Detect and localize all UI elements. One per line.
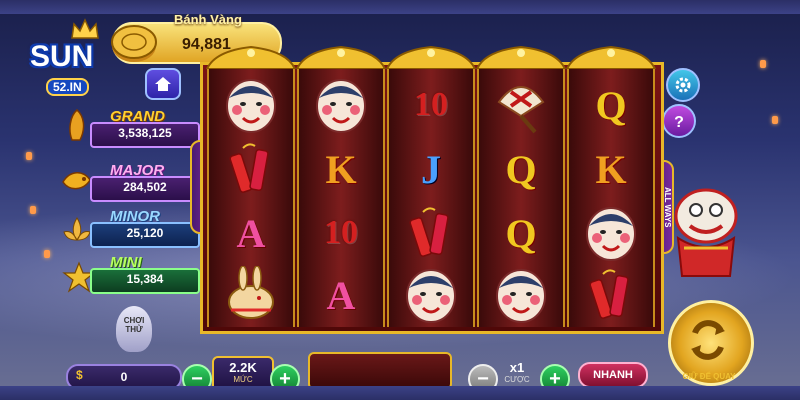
symbol-K: K <box>303 139 379 199</box>
bet-label: MỨC <box>233 375 253 384</box>
mask-icon <box>496 269 546 323</box>
win-amount-value: 0 <box>120 370 128 384</box>
symbol-10: 10 <box>303 203 379 263</box>
symbol-K-label: K <box>325 146 357 192</box>
symbol-Q: Q <box>483 139 559 199</box>
spin-arrows-icon <box>691 320 725 360</box>
reel-2: K 10 A <box>295 45 387 327</box>
symbol-K-label: K <box>595 146 627 192</box>
multiplier-value: x1 <box>509 360 525 375</box>
slot-reels: A K 10 A 10 J Q Q Q K <box>200 45 664 334</box>
jackpot-major-name: MAJOR <box>110 162 165 179</box>
symbol-A: A <box>213 203 289 263</box>
symbol-Q-label: Q <box>505 146 537 192</box>
symbol-firecracker <box>213 139 289 199</box>
jackpot-mini: MINI 15,384 <box>90 254 200 294</box>
symbol-A-label: A <box>236 210 266 256</box>
message-panel <box>308 352 452 390</box>
symbol-J-label: J <box>421 146 441 192</box>
symbol-A-label: A <box>326 272 356 318</box>
symbol-rabbit-lantern <box>213 265 289 325</box>
jackpot-minor-value: 25,120 <box>126 226 164 240</box>
symbol-Q: Q <box>573 75 649 135</box>
symbol-J: J <box>393 139 469 199</box>
mask-icon <box>586 207 636 261</box>
jackpot-mini-name: MINI <box>110 254 142 271</box>
reel-1: A <box>205 45 297 327</box>
symbol-mask <box>483 265 559 325</box>
symbol-firecracker <box>393 203 469 263</box>
symbol-10: 10 <box>393 75 469 135</box>
gear-icon <box>675 77 691 93</box>
help-button[interactable]: ? <box>662 104 696 138</box>
symbol-Q: Q <box>483 203 559 263</box>
trial-play-label: CHƠI THỬ <box>123 316 145 334</box>
symbol-mask <box>573 203 649 263</box>
sky-lantern <box>760 60 766 68</box>
reel-5: QK <box>565 45 657 327</box>
bet-value: 2.2K <box>229 360 257 375</box>
reel-cap-ornament <box>565 45 657 69</box>
trial-play-button[interactable]: CHƠI THỬ <box>116 306 152 352</box>
top-frame <box>0 0 800 14</box>
symbol-Q-label: Q <box>595 82 627 128</box>
svg-text:?: ? <box>674 114 684 130</box>
sky-lantern <box>772 116 778 124</box>
symbol-10-label: 10 <box>324 214 358 251</box>
home-icon <box>155 77 171 91</box>
symbol-10-label: 10 <box>414 86 448 123</box>
symbol-mask <box>393 265 469 325</box>
symbol-mask <box>213 75 289 135</box>
mooncake-coin-icon <box>111 25 157 62</box>
mask-icon <box>226 79 276 133</box>
sky-lantern <box>44 250 50 258</box>
firecracker-icon <box>409 207 449 257</box>
jackpot-grand: GRAND 3,538,125 <box>90 108 200 148</box>
jackpot-grand-value: 3,538,125 <box>118 126 172 140</box>
jackpot-minor: MINOR 25,120 <box>90 208 200 248</box>
game-logo: SUN 52.IN <box>14 12 114 104</box>
firecracker-icon <box>229 143 269 193</box>
logo-text: SUN <box>30 40 94 73</box>
reel-cap-ornament <box>295 45 387 69</box>
balance-title: Bánh Vàng <box>174 12 242 27</box>
mask-icon <box>406 269 456 323</box>
firecracker-icon <box>589 269 629 319</box>
jackpot-major: MAJOR 284,502 <box>90 162 200 202</box>
spin-hold-label: GIỮ ĐỂ QUAY <box>682 372 736 381</box>
crown-icon <box>71 18 99 39</box>
reel-3: 10 J <box>385 45 477 327</box>
goddess-icon <box>69 109 85 141</box>
symbol-K: K <box>573 139 649 199</box>
reel-cap-ornament <box>385 45 477 69</box>
symbol-fan <box>483 75 559 135</box>
reel-cap-ornament <box>475 45 567 69</box>
multiplier-label: CƯỢC <box>504 375 530 384</box>
symbol-Q-label: Q <box>505 210 537 256</box>
fast-spin-button[interactable]: NHANH <box>578 362 648 388</box>
mask-icon <box>316 79 366 133</box>
jackpot-minor-name: MINOR <box>110 208 160 225</box>
question-icon: ? <box>674 114 684 130</box>
symbol-mask <box>303 75 379 135</box>
lotus-icon <box>63 217 91 241</box>
jackpot-major-value: 284,502 <box>123 180 167 194</box>
fan-icon <box>497 86 545 134</box>
lion-dance-icon <box>674 188 738 277</box>
sky-lantern <box>30 206 36 214</box>
logo-subtext: 52.IN <box>46 78 89 96</box>
rabbit-lantern-icon <box>228 266 274 319</box>
bottom-frame <box>0 386 800 400</box>
jackpot-mini-value: 15,384 <box>126 272 164 286</box>
jackpot-grand-name: GRAND <box>110 108 165 125</box>
symbol-firecracker <box>573 265 649 325</box>
home-button[interactable] <box>145 68 181 100</box>
sky-lantern <box>26 152 32 160</box>
reel-4: QQ <box>475 45 567 327</box>
reel-cap-ornament <box>205 45 297 69</box>
settings-button[interactable] <box>666 68 700 102</box>
symbol-A: A <box>303 265 379 325</box>
golden-carp-icon <box>62 172 91 190</box>
